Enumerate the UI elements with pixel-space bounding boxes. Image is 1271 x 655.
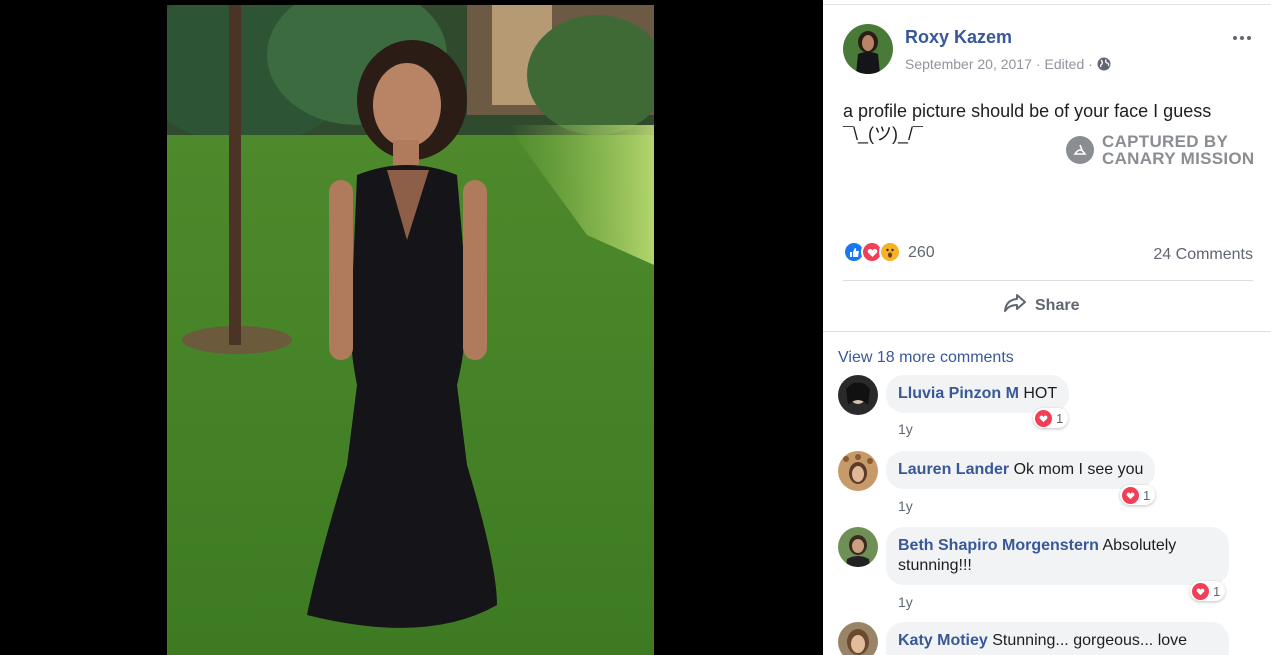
commenter-name[interactable]: Katy Motiey [898,632,988,649]
comment-item: Lauren Lander Ok mom I see you 1 1y [838,451,1258,514]
post-header: Roxy Kazem September 20, 2017 · Edited · [843,24,1263,76]
comment-item: Lluvia Pinzon M HOT 1 1y [838,375,1258,437]
post-meta: September 20, 2017 · Edited · [905,56,1111,72]
commenter-name[interactable]: Lauren Lander [898,461,1009,478]
comment-reaction-count: 1 [1143,488,1151,503]
post-date[interactable]: September 20, 2017 [905,56,1032,72]
comment-bubble: Beth Shapiro Morgenstern Absolutely stun… [886,527,1229,585]
photo-viewer [0,0,823,655]
view-more-comments-link[interactable]: View 18 more comments [838,349,1014,367]
comment-timestamp[interactable]: 1y [898,594,913,610]
commenter-avatar[interactable] [838,375,878,415]
watermark-text: CAPTURED BY CANARY MISSION [1102,133,1255,167]
meta-separator: · [1088,56,1093,72]
commenter-name[interactable]: Beth Shapiro Morgenstern [898,537,1099,554]
commenter-avatar[interactable] [838,451,878,491]
divider [843,280,1253,281]
post-photo[interactable] [167,5,654,655]
comment-text: Ok mom I see you [1013,461,1144,478]
comment-timestamp[interactable]: 1y [898,421,913,437]
reaction-icons[interactable] [843,241,901,263]
comment-reaction-count: 1 [1056,411,1064,426]
wow-icon [879,241,901,263]
watermark-logo-icon [1066,136,1094,164]
comment-item: Beth Shapiro Morgenstern Absolutely stun… [838,527,1258,610]
share-icon [1003,293,1027,318]
comment-reaction-badge[interactable]: 1 [1190,581,1226,601]
author-name[interactable]: Roxy Kazem [905,27,1012,48]
globe-icon[interactable] [1097,57,1111,71]
reaction-count[interactable]: 260 [908,244,935,262]
post-side-panel: Roxy Kazem September 20, 2017 · Edited ·… [823,5,1271,655]
meta-separator: · [1035,56,1041,72]
commenter-name[interactable]: Lluvia Pinzon M [898,385,1019,402]
comment-count-link[interactable]: 24 Comments [1153,246,1253,264]
divider [823,331,1271,332]
author-avatar[interactable] [843,24,893,74]
commenter-avatar[interactable] [838,622,878,655]
comment-timestamp[interactable]: 1y [898,498,913,514]
comment-bubble: Lauren Lander Ok mom I see you [886,451,1156,489]
watermark: CAPTURED BY CANARY MISSION [1066,133,1255,167]
comment-text: HOT [1023,385,1058,402]
love-icon [1192,583,1209,600]
watermark-line1: CAPTURED BY [1102,132,1229,151]
comment-text: Stunning... gorgeous... love [992,632,1188,649]
share-button[interactable]: Share [1003,293,1079,318]
comment-reaction-badge[interactable]: 1 [1120,485,1156,505]
comment-reaction-count: 1 [1213,584,1221,599]
share-label: Share [1035,296,1080,314]
reactions-summary: 260 24 Comments [843,241,1253,265]
love-icon [1035,410,1052,427]
more-options-icon[interactable] [1229,26,1255,50]
comment-item: Katy Motiey Stunning... gorgeous... love [838,622,1258,655]
watermark-line2: CANARY MISSION [1102,149,1255,168]
comment-reaction-badge[interactable]: 1 [1033,408,1069,428]
commenter-avatar[interactable] [838,527,878,567]
edited-label[interactable]: Edited [1045,56,1085,72]
comment-bubble: Katy Motiey Stunning... gorgeous... love [886,622,1229,655]
love-icon [1122,487,1139,504]
